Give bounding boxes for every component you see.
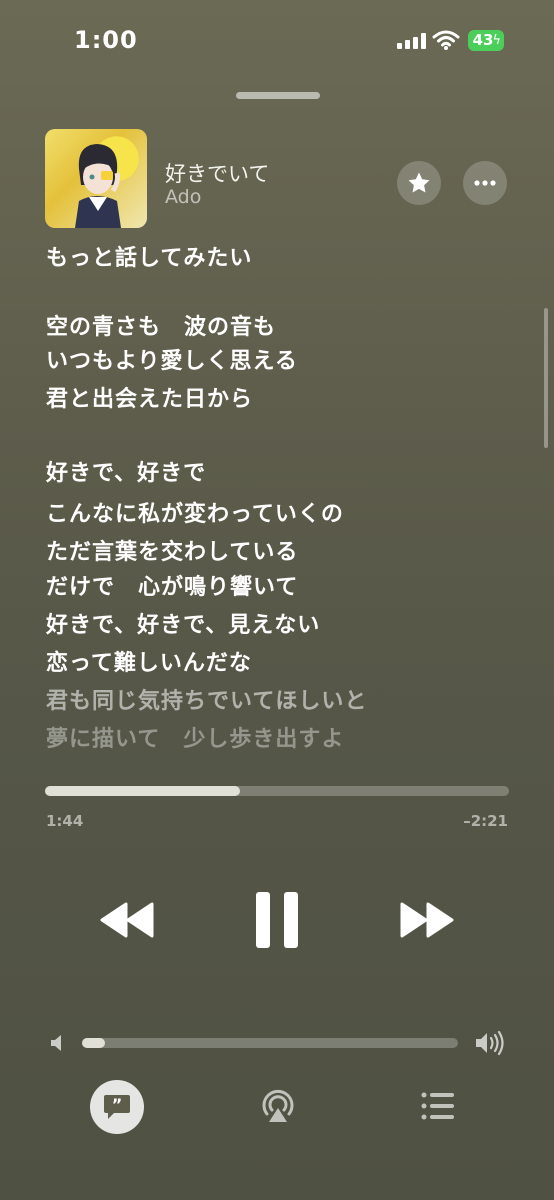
playback-scrubber[interactable] <box>45 786 509 796</box>
song-artist[interactable]: Ado <box>165 186 201 208</box>
playback-progress-fill <box>45 786 240 796</box>
battery-icon: 43 ϟ <box>468 30 504 51</box>
lyric-line[interactable]: 君と出会えた日から <box>46 381 253 413</box>
star-icon <box>408 172 430 193</box>
fast-forward-button[interactable] <box>398 900 456 940</box>
airplay-button[interactable] <box>258 1086 298 1126</box>
status-time: 1:00 <box>74 26 138 54</box>
lyric-line[interactable]: 恋って難しいんだな <box>46 645 252 677</box>
volume-slider[interactable] <box>82 1038 458 1048</box>
charging-bolt-icon: ϟ <box>492 33 501 48</box>
song-title: 好きでいて <box>165 162 270 186</box>
queue-icon <box>421 1092 454 1120</box>
lyrics-icon: ” <box>104 1095 130 1119</box>
pause-icon <box>256 892 298 948</box>
lyric-line[interactable]: 君も同じ気持ちでいてほしいと <box>46 683 367 715</box>
artwork-illustration <box>75 144 121 228</box>
fast-forward-icon <box>400 902 454 938</box>
lyrics-button[interactable]: ” <box>90 1080 144 1134</box>
pause-button[interactable] <box>254 890 300 950</box>
volume-fill <box>82 1038 105 1048</box>
lyric-line[interactable]: 夢に描いて 少し歩き出すよ <box>46 721 344 753</box>
svg-text:”: ” <box>112 1095 123 1114</box>
airplay-icon <box>262 1089 294 1122</box>
lyric-line[interactable]: ただ言葉を交わしている <box>46 534 298 566</box>
volume-low-icon <box>48 1034 66 1052</box>
album-artwork[interactable] <box>45 129 147 228</box>
rewind-button[interactable] <box>98 900 156 940</box>
lyric-line[interactable]: 好きで、好きで、見えない <box>46 607 320 639</box>
lyric-line[interactable]: いつもより愛しく思える <box>46 343 298 375</box>
time-elapsed: 1:44 <box>46 812 84 830</box>
lyric-line[interactable]: 好きで、好きで <box>46 455 206 487</box>
more-options-button[interactable] <box>463 161 507 205</box>
favorite-button[interactable] <box>397 161 441 205</box>
lyric-line[interactable]: 空の青さも 波の音も <box>46 309 276 341</box>
wifi-icon <box>432 30 460 50</box>
more-icon <box>474 180 496 186</box>
lyric-line[interactable]: もっと話してみたい <box>46 240 252 272</box>
time-remaining: –2:21 <box>463 812 508 830</box>
scroll-indicator <box>544 308 548 448</box>
lyric-line[interactable]: こんなに私が変わっていくの <box>46 496 344 528</box>
volume-high-icon <box>474 1030 506 1056</box>
rewind-icon <box>100 902 154 938</box>
sheet-grabber[interactable] <box>236 92 320 99</box>
queue-button[interactable] <box>420 1090 456 1122</box>
cellular-signal-icon <box>397 33 427 49</box>
lyric-line[interactable]: だけで 心が鳴り響いて <box>46 569 298 601</box>
